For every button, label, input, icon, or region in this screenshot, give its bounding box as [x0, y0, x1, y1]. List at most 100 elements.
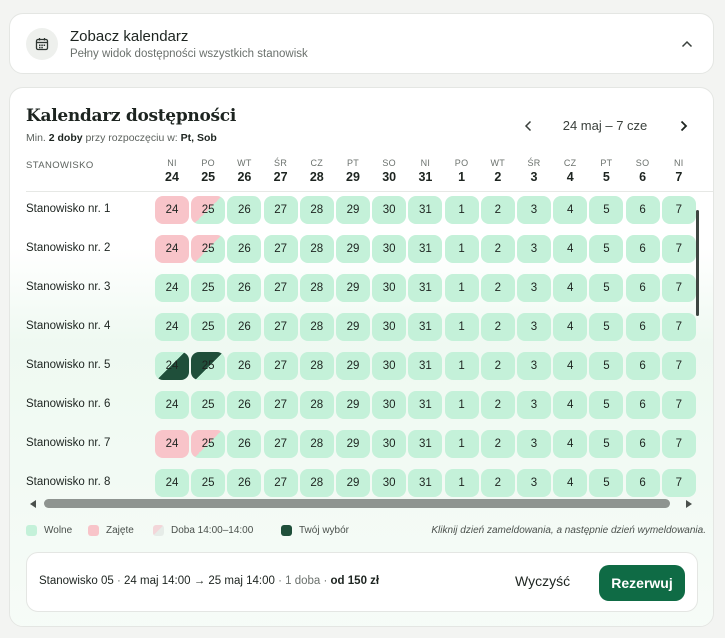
day-cell-free[interactable]: 28: [299, 196, 334, 224]
day-cell-free[interactable]: 25: [191, 274, 226, 302]
day-cell-free[interactable]: 2: [480, 196, 515, 224]
day-cell-free[interactable]: 29: [336, 274, 370, 302]
day-cell-free[interactable]: 26: [227, 313, 262, 341]
day-cell-free[interactable]: 24: [155, 469, 189, 497]
day-cell-free[interactable]: 26: [227, 469, 262, 497]
day-cell-free[interactable]: 1: [444, 196, 479, 224]
scroll-right-arrow-icon[interactable]: [686, 500, 692, 508]
day-cell-free[interactable]: 31: [408, 313, 443, 341]
day-cell-free[interactable]: 6: [625, 313, 660, 341]
day-cell-free[interactable]: 30: [372, 196, 407, 224]
day-cell-free[interactable]: 30: [372, 469, 407, 497]
day-cell-free[interactable]: 5: [589, 196, 624, 224]
day-cell-free[interactable]: 3: [517, 391, 551, 419]
day-cell-free[interactable]: 5: [589, 313, 624, 341]
day-cell-free[interactable]: 31: [408, 430, 443, 458]
day-cell-free[interactable]: 4: [553, 352, 588, 380]
day-cell-free[interactable]: 3: [517, 235, 551, 263]
day-cell-free[interactable]: 5: [589, 469, 624, 497]
day-cell-free[interactable]: 1: [444, 352, 479, 380]
day-cell-free[interactable]: 28: [299, 391, 334, 419]
day-cell-free[interactable]: 27: [263, 430, 298, 458]
day-cell-free[interactable]: 6: [625, 235, 660, 263]
day-cell-free[interactable]: 4: [553, 430, 588, 458]
day-cell-free[interactable]: 29: [336, 430, 370, 458]
next-range-button[interactable]: [674, 116, 694, 136]
day-cell-free[interactable]: 7: [661, 313, 696, 341]
day-cell-free[interactable]: 30: [372, 430, 407, 458]
day-cell-free[interactable]: 29: [336, 469, 370, 497]
day-cell-free[interactable]: 3: [517, 313, 551, 341]
day-cell-free[interactable]: 2: [480, 391, 515, 419]
day-cell-free[interactable]: 3: [517, 430, 551, 458]
day-cell-free[interactable]: 26: [227, 430, 262, 458]
day-cell-free[interactable]: 30: [372, 352, 407, 380]
day-cell-free[interactable]: 29: [336, 352, 370, 380]
day-cell-free[interactable]: 1: [444, 313, 479, 341]
day-cell-free[interactable]: 31: [408, 469, 443, 497]
day-cell-free[interactable]: 28: [299, 313, 334, 341]
day-cell-free[interactable]: 27: [263, 391, 298, 419]
day-cell-free[interactable]: 27: [263, 352, 298, 380]
day-cell-free[interactable]: 2: [480, 352, 515, 380]
day-cell-free[interactable]: 6: [625, 391, 660, 419]
day-cell-free[interactable]: 1: [444, 469, 479, 497]
day-cell-free[interactable]: 26: [227, 391, 262, 419]
day-cell-free[interactable]: 30: [372, 391, 407, 419]
day-cell-free[interactable]: 26: [227, 196, 262, 224]
day-cell-free[interactable]: 29: [336, 313, 370, 341]
day-cell-free[interactable]: 4: [553, 196, 588, 224]
day-cell-free[interactable]: 7: [661, 352, 696, 380]
day-cell-free[interactable]: 2: [480, 313, 515, 341]
day-cell-free[interactable]: 4: [553, 469, 588, 497]
day-cell-free[interactable]: 4: [553, 274, 588, 302]
day-cell-free[interactable]: 28: [299, 430, 334, 458]
day-cell-free[interactable]: 5: [589, 274, 624, 302]
clear-button[interactable]: Wyczyść: [515, 573, 570, 589]
day-cell-free[interactable]: 30: [372, 313, 407, 341]
day-cell-free[interactable]: 28: [299, 235, 334, 263]
day-cell-free[interactable]: 6: [625, 469, 660, 497]
day-cell-free[interactable]: 27: [263, 235, 298, 263]
day-cell-free[interactable]: 24: [155, 391, 189, 419]
day-cell-free[interactable]: 7: [661, 196, 696, 224]
day-cell-free[interactable]: 1: [444, 391, 479, 419]
book-button[interactable]: Rezerwuj: [599, 565, 685, 601]
view-calendar-card[interactable]: Zobacz kalendarz Pełny widok dostępności…: [9, 13, 714, 74]
day-cell-half[interactable]: 25: [191, 235, 226, 263]
day-cell-free[interactable]: 25: [191, 469, 226, 497]
day-cell-free[interactable]: 7: [661, 274, 696, 302]
day-cell-sel-a[interactable]: 24: [155, 352, 189, 380]
day-cell-free[interactable]: 30: [372, 235, 407, 263]
day-cell-free[interactable]: 5: [589, 352, 624, 380]
day-cell-free[interactable]: 31: [408, 352, 443, 380]
day-cell-free[interactable]: 4: [553, 391, 588, 419]
day-cell-free[interactable]: 28: [299, 274, 334, 302]
day-cell-free[interactable]: 2: [480, 469, 515, 497]
day-cell-free[interactable]: 6: [625, 430, 660, 458]
day-cell-free[interactable]: 1: [444, 430, 479, 458]
day-cell-free[interactable]: 6: [625, 352, 660, 380]
day-cell-free[interactable]: 24: [155, 313, 189, 341]
day-cell-free[interactable]: 7: [661, 469, 696, 497]
day-cell-free[interactable]: 2: [480, 235, 515, 263]
day-cell-sel-b[interactable]: 25: [191, 352, 226, 380]
vertical-scrollbar[interactable]: [696, 210, 699, 316]
day-cell-free[interactable]: 4: [553, 235, 588, 263]
day-cell-free[interactable]: 6: [625, 196, 660, 224]
day-cell-free[interactable]: 3: [517, 352, 551, 380]
day-cell-free[interactable]: 3: [517, 196, 551, 224]
day-cell-free[interactable]: 27: [263, 313, 298, 341]
day-cell-half[interactable]: 25: [191, 430, 226, 458]
day-cell-free[interactable]: 5: [589, 391, 624, 419]
day-cell-free[interactable]: 7: [661, 430, 696, 458]
scrollbar-thumb[interactable]: [44, 499, 670, 508]
day-cell-free[interactable]: 31: [408, 391, 443, 419]
day-cell-free[interactable]: 26: [227, 235, 262, 263]
chevron-up-icon[interactable]: [677, 34, 697, 54]
day-cell-free[interactable]: 31: [408, 196, 443, 224]
day-cell-free[interactable]: 31: [408, 235, 443, 263]
day-cell-free[interactable]: 2: [480, 430, 515, 458]
day-cell-free[interactable]: 4: [553, 313, 588, 341]
day-cell-half[interactable]: 25: [191, 196, 226, 224]
